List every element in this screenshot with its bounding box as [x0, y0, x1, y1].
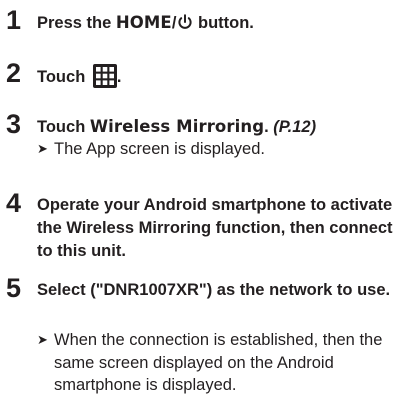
step-result: ➤ The App screen is displayed.	[37, 138, 402, 161]
home-button-label: HOME	[115, 13, 172, 32]
step-number: 1	[6, 5, 22, 35]
power-icon	[178, 14, 192, 29]
step-number: 2	[6, 58, 22, 88]
step-instruction: Press the HOME/ button.	[37, 13, 254, 32]
step-number: 3	[6, 109, 22, 139]
step-instruction: Select ("DNR1007XR") as the network to u…	[37, 281, 391, 299]
step-result: ➤ When the connection is established, th…	[37, 331, 383, 394]
app-grid-icon	[92, 64, 117, 88]
result-arrow-icon: ➤	[37, 141, 48, 156]
step-instruction: Touch .	[37, 64, 402, 89]
page-reference: (P.12)	[273, 118, 317, 136]
result-arrow-icon: ➤	[37, 332, 48, 347]
step-number: 4	[6, 188, 22, 218]
step-number: 5	[6, 273, 22, 303]
wireless-mirroring-label: Wireless Mirroring	[89, 117, 265, 136]
step-instruction: Operate your Android smartphone to activ…	[37, 196, 393, 260]
step-instruction: Touch Wireless Mirroring. (P.12)	[37, 117, 317, 136]
